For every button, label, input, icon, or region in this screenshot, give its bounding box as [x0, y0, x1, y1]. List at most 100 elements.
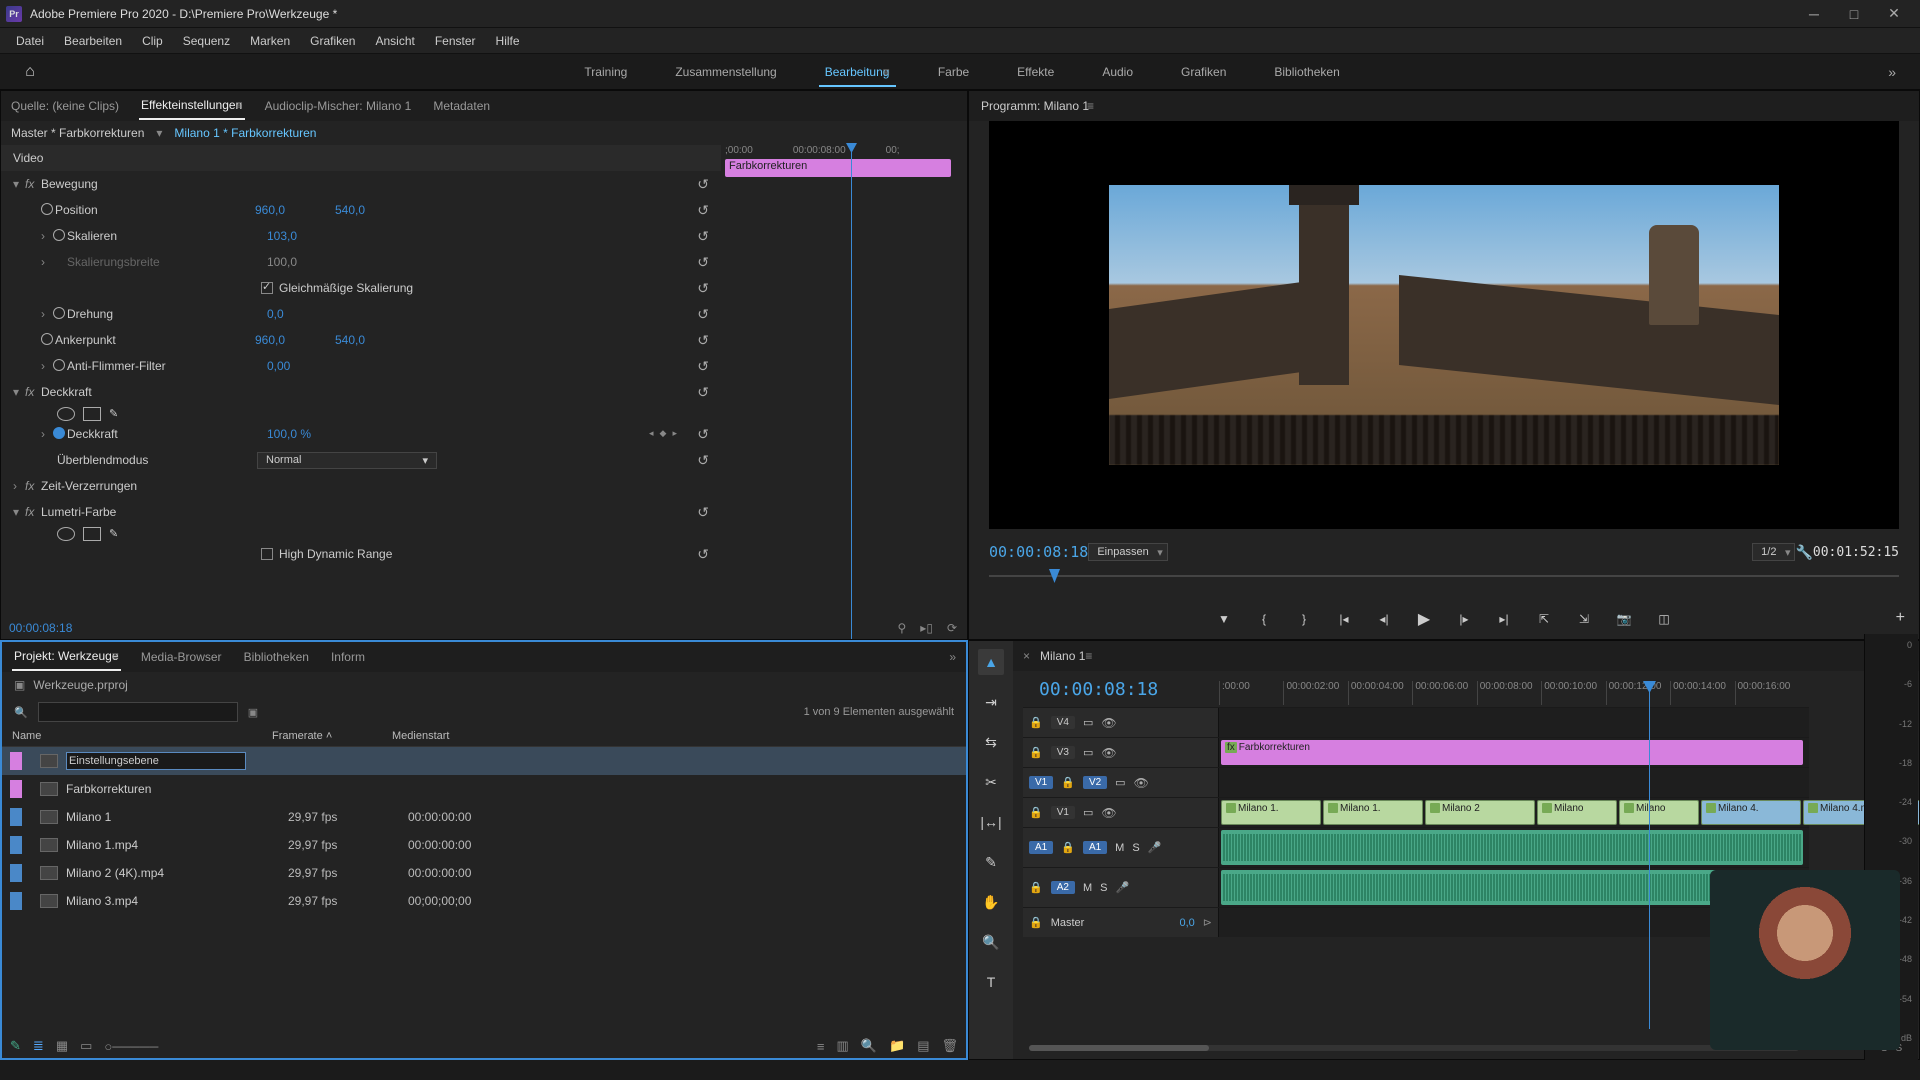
play-button[interactable]: ▶ — [1414, 609, 1434, 629]
rename-input[interactable] — [66, 752, 246, 770]
ec-pos-x[interactable]: 960,0 — [255, 203, 335, 217]
toggle-track-icon[interactable]: ▭ — [1115, 776, 1125, 789]
timeline-playhead[interactable] — [1649, 681, 1650, 1029]
zoom-tool[interactable]: 🔍 — [978, 929, 1004, 955]
freeform-view-icon[interactable]: ▭ — [80, 1038, 92, 1054]
lock-icon[interactable]: 🔒 — [1029, 881, 1043, 894]
label-chip[interactable] — [10, 780, 22, 798]
reset-icon[interactable]: ↺ — [697, 384, 709, 401]
clip-video[interactable]: Milano — [1537, 800, 1617, 825]
sequence-name[interactable]: Milano 1 — [1040, 649, 1085, 663]
reset-icon[interactable]: ↺ — [697, 176, 709, 193]
mute-icon[interactable]: M — [1115, 842, 1124, 854]
track-v2[interactable]: V2 — [1083, 776, 1107, 789]
ec-mini-playhead[interactable] — [851, 145, 852, 640]
toggle-track-icon[interactable]: ▭ — [1083, 746, 1093, 759]
blend-dropdown[interactable]: Normal▾ — [257, 452, 437, 469]
menu-fenster[interactable]: Fenster — [425, 30, 486, 52]
ws-libraries[interactable]: Bibliotheken — [1268, 57, 1345, 87]
search-input[interactable] — [38, 702, 238, 722]
tab-media-browser[interactable]: Media-Browser — [139, 644, 224, 670]
col-name[interactable]: Name — [12, 730, 272, 742]
ec-anc-y[interactable]: 540,0 — [335, 333, 415, 347]
label-chip[interactable] — [10, 752, 22, 770]
ws-editing[interactable]: Bearbeitung ≡ — [819, 57, 896, 87]
menu-sequenz[interactable]: Sequenz — [173, 30, 240, 52]
slip-tool[interactable]: |↔| — [978, 809, 1004, 835]
solo-icon[interactable]: S — [1100, 882, 1107, 894]
project-row[interactable]: Milano 1.mp429,97 fps00:00:00:00 — [2, 831, 966, 859]
solo-icon[interactable]: S — [1132, 842, 1139, 854]
find-icon[interactable]: 🔍 — [861, 1038, 877, 1054]
mask-pen-icon[interactable]: ✎ — [109, 527, 127, 541]
lock-icon[interactable]: 🔒 — [1029, 716, 1043, 729]
clip-video[interactable]: Milano — [1619, 800, 1699, 825]
tab-effekteinstellungen[interactable]: Effekteinstellungen ≡ — [139, 92, 245, 120]
project-row[interactable] — [2, 747, 966, 775]
col-medienstart[interactable]: Medienstart — [392, 730, 449, 742]
wrench-icon[interactable]: 🔧 — [1795, 544, 1812, 561]
menu-ansicht[interactable]: Ansicht — [365, 30, 424, 52]
ec-lumetri[interactable]: Lumetri-Farbe — [41, 505, 241, 519]
fit-dropdown[interactable]: Einpassen — [1088, 543, 1167, 561]
reset-icon[interactable]: ↺ — [697, 546, 709, 563]
ws-menu-icon[interactable]: ≡ — [883, 65, 890, 79]
toggle-track-icon[interactable]: ▭ — [1083, 716, 1093, 729]
automate-icon[interactable]: ▥ — [837, 1038, 849, 1054]
track-v4[interactable]: V4 — [1051, 716, 1075, 729]
ec-anc-x[interactable]: 960,0 — [255, 333, 335, 347]
label-chip[interactable] — [10, 836, 22, 854]
button-editor-icon[interactable]: + — [1896, 609, 1905, 627]
ripple-tool[interactable]: ⇆ — [978, 729, 1004, 755]
panel-menu-icon[interactable]: ≡ — [112, 649, 119, 663]
lock-icon[interactable]: 🔒 — [1029, 806, 1043, 819]
mask-ellipse-icon[interactable] — [57, 527, 75, 541]
new-item-menu-icon[interactable]: ▤ — [917, 1038, 929, 1054]
extract-icon[interactable]: ⇲ — [1574, 609, 1594, 629]
search-icon[interactable]: 🔍 — [14, 706, 28, 719]
ec-motion[interactable]: Bewegung — [41, 177, 241, 191]
filter-icon[interactable]: ⚲ — [898, 621, 907, 635]
stopwatch-icon[interactable] — [53, 359, 65, 371]
go-in-icon[interactable]: |◂ — [1334, 609, 1354, 629]
mute-icon[interactable]: M — [1083, 882, 1092, 894]
clip-video[interactable]: Milano 4. — [1701, 800, 1801, 825]
program-scrubber[interactable] — [989, 569, 1899, 583]
reset-icon[interactable]: ↺ — [697, 504, 709, 521]
menu-hilfe[interactable]: Hilfe — [486, 30, 530, 52]
razor-tool[interactable]: ✂ — [978, 769, 1004, 795]
ec-flicker-v[interactable]: 0,00 — [267, 359, 347, 373]
comparison-icon[interactable]: ◫ — [1654, 609, 1674, 629]
label-chip[interactable] — [10, 864, 22, 882]
menu-bearbeiten[interactable]: Bearbeiten — [54, 30, 132, 52]
effects-only-icon[interactable]: ▸▯ — [920, 621, 933, 635]
reset-icon[interactable]: ↺ — [697, 332, 709, 349]
mask-ellipse-icon[interactable] — [57, 407, 75, 421]
stopwatch-icon[interactable] — [53, 229, 65, 241]
voice-icon[interactable]: 🎤 — [1115, 881, 1129, 894]
expand-icon[interactable]: ⊳ — [1203, 916, 1212, 929]
menu-datei[interactable]: Datei — [6, 30, 54, 52]
list-view-icon[interactable]: ≣ — [33, 1038, 44, 1054]
project-row[interactable]: Milano 3.mp429,97 fps00;00;00;00 — [2, 887, 966, 915]
home-icon[interactable]: ⌂ — [12, 54, 48, 90]
source-a1[interactable]: A1 — [1029, 841, 1053, 854]
reset-icon[interactable]: ↺ — [697, 426, 709, 443]
uniform-checkbox[interactable] — [261, 282, 273, 294]
selection-tool[interactable]: ▲ — [978, 649, 1004, 675]
project-row[interactable]: Milano 129,97 fps00:00:00:00 — [2, 803, 966, 831]
lock-icon[interactable]: 🔒 — [1061, 841, 1075, 854]
reset-icon[interactable]: ↺ — [697, 306, 709, 323]
stopwatch-icon[interactable] — [53, 427, 65, 439]
clip-video[interactable]: Milano 2 — [1425, 800, 1535, 825]
new-bin-icon[interactable]: 📁 — [889, 1038, 905, 1054]
project-row[interactable]: Milano 2 (4K).mp429,97 fps00:00:00:00 — [2, 859, 966, 887]
kf-next-icon[interactable]: ▸ — [672, 428, 677, 439]
lift-icon[interactable]: ⇱ — [1534, 609, 1554, 629]
track-a1[interactable]: A1 — [1083, 841, 1107, 854]
clip-video[interactable]: Milano 1. — [1323, 800, 1423, 825]
panel-menu-icon[interactable]: ≡ — [1087, 99, 1094, 113]
out-point-icon[interactable]: } — [1294, 609, 1314, 629]
export-frame-icon[interactable]: 📷 — [1614, 609, 1634, 629]
track-select-tool[interactable]: ⇥ — [978, 689, 1004, 715]
